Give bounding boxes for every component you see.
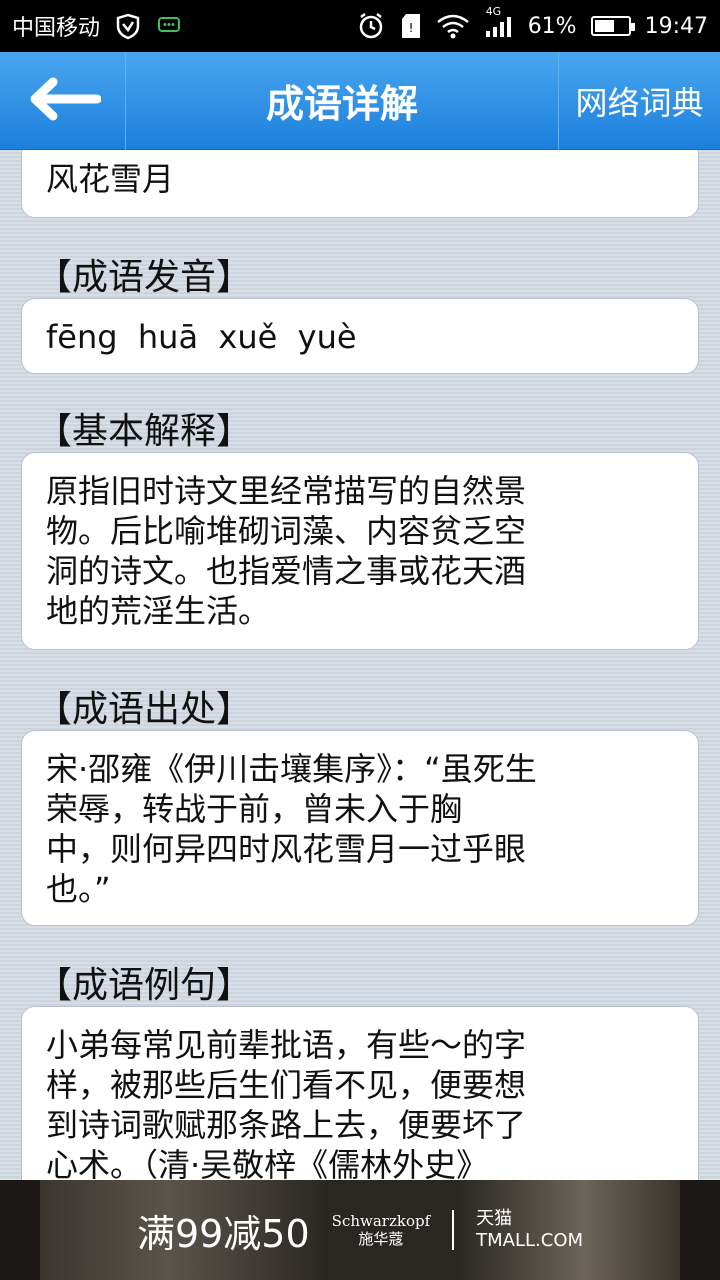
carrier-label: 中国移动	[12, 16, 101, 41]
svg-text:!: !	[408, 21, 413, 35]
ad-brand-name-cn: 施华蔻	[358, 1230, 404, 1248]
example-card: 小弟每常见前辈批语，有些～的字 样，被那些后生们看不见，便要想 到诗词歌赋那条路…	[21, 1006, 699, 1180]
signal-icon: 4G	[484, 5, 514, 39]
ad-mall-logo: 天猫 TMALL.COM	[476, 1208, 583, 1252]
meaning-heading: 【基本解释】	[36, 411, 253, 452]
pronunciation-card: fēng huā xuě yuè	[21, 298, 699, 374]
meaning-line: 原指旧时诗文里经常描写的自然景	[46, 472, 527, 510]
meaning-line: 地的荒淫生活。	[46, 592, 271, 630]
app-header: 成语详解 网络词典	[0, 51, 720, 150]
meaning-line: 物。后比喻堆砌词藻、内容贫乏空	[46, 512, 527, 550]
battery-icon	[590, 16, 635, 36]
pronunciation-text: fēng huā xuě yuè	[46, 318, 357, 356]
example-line: 小弟每常见前辈批语，有些～的字	[46, 1026, 527, 1064]
page-title: 成语详解	[265, 82, 418, 126]
source-line: 宋·邵雍《伊川击壤集序》：“虽死生	[46, 750, 537, 788]
ad-promo-text: 满99减50	[136, 1211, 310, 1256]
idiom-name-card: 风花雪月	[21, 150, 699, 218]
example-heading: 【成语例句】	[36, 965, 253, 1006]
source-line: 中，则何异四时风花雪月一过乎眼	[46, 830, 527, 868]
example-line: 到诗词歌赋那条路上去，便要坏了	[46, 1106, 527, 1144]
battery-level	[594, 20, 615, 32]
ad-content[interactable]: 满99减50 Schwarzkopf 施华蔻 天猫 TMALL.COM	[40, 1180, 680, 1280]
web-dictionary-button[interactable]: 网络词典	[558, 51, 720, 150]
ad-divider	[452, 1210, 455, 1250]
back-button[interactable]	[0, 51, 126, 150]
source-heading: 【成语出处】	[36, 689, 253, 730]
example-line: 样，被那些后生们看不见，便要想	[46, 1066, 527, 1104]
sd-card-icon: !	[400, 12, 422, 40]
ad-brand-logo: Schwarzkopf 施华蔻	[332, 1212, 430, 1248]
wifi-icon	[436, 13, 470, 39]
source-line: 也。”	[46, 870, 111, 908]
meaning-line: 洞的诗文。也指爱情之事或花天酒	[46, 552, 527, 590]
battery-percent: 61%	[527, 13, 577, 39]
clock: 19:47	[644, 13, 708, 39]
source-card: 宋·邵雍《伊川击壤集序》：“虽死生 荣辱，转战于前，曾未入于胸 中，则何异四时风…	[21, 730, 699, 926]
meaning-card: 原指旧时诗文里经常描写的自然景 物。后比喻堆砌词藻、内容贫乏空 洞的诗文。也指爱…	[21, 452, 699, 650]
ad-brand-name: Schwarzkopf	[331, 1212, 431, 1230]
source-line: 荣辱，转战于前，曾未入于胸	[46, 790, 463, 828]
shield-icon	[114, 12, 142, 40]
content-scroll-area[interactable]: 风花雪月 【成语发音】 fēng huā xuě yuè 【基本解释】 原指旧时…	[0, 150, 720, 1180]
ad-banner[interactable]: 满99减50 Schwarzkopf 施华蔻 天猫 TMALL.COM	[0, 1180, 720, 1280]
back-arrow-icon	[25, 76, 101, 126]
example-line: 心术。（清·吴敬梓《儒林外史》	[46, 1146, 489, 1180]
alarm-icon	[356, 11, 386, 41]
message-icon	[156, 14, 182, 38]
ad-mall-name: 天猫	[476, 1208, 513, 1229]
network-type: 4G	[485, 5, 502, 18]
pronunciation-heading: 【成语发音】	[36, 257, 253, 298]
ad-mall-domain: TMALL.COM	[476, 1230, 584, 1251]
idiom-name: 风花雪月	[46, 160, 175, 198]
status-bar: 中国移动 ! 4G 61% 19:47	[0, 0, 720, 52]
